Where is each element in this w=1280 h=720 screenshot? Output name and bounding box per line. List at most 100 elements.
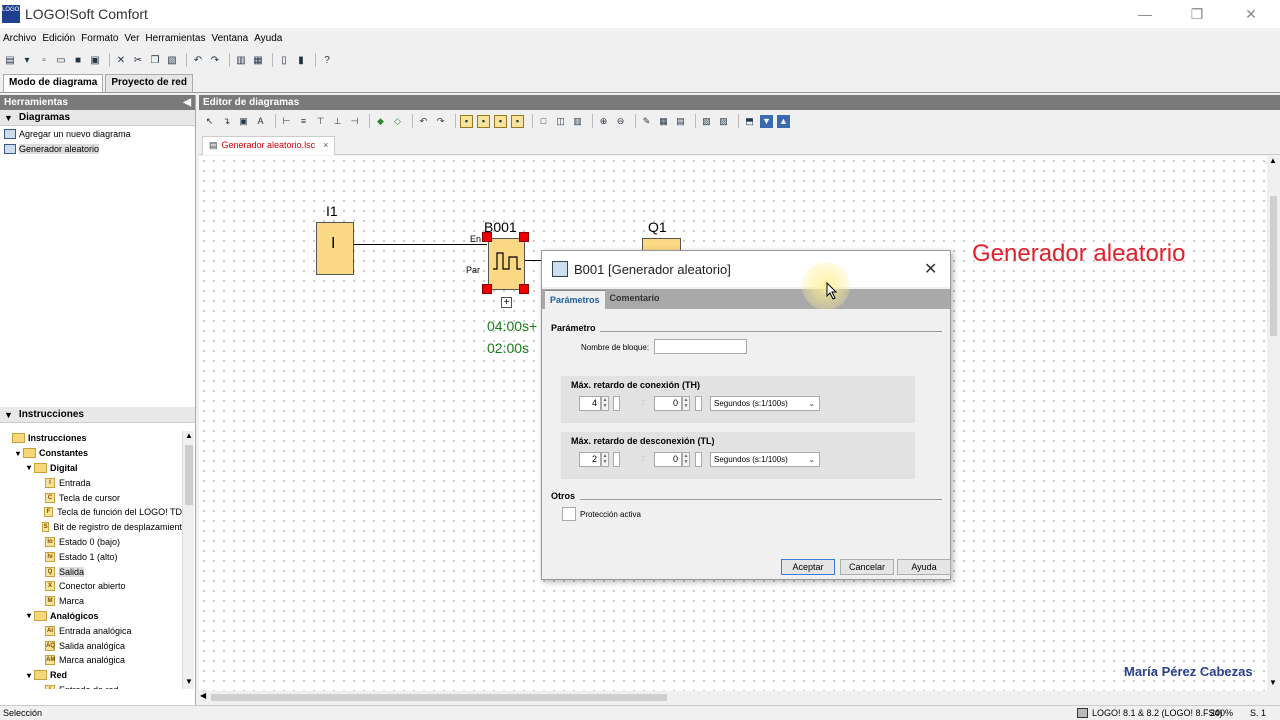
connect-tool-icon[interactable]: ↴ <box>220 115 233 128</box>
cut-icon[interactable]: ✂ <box>131 53 145 67</box>
on-delay-hundredths-spinner[interactable]: ▲ ▼ <box>682 396 690 411</box>
resize-handle[interactable] <box>519 284 529 294</box>
tab-diagram-mode[interactable]: Modo de diagrama <box>3 74 104 92</box>
transfer-logo-to-pc-icon[interactable]: ▦ <box>251 53 265 67</box>
close-icon[interactable]: ✕ <box>924 259 937 279</box>
tree-folder[interactable]: ▾ Analógicos <box>0 609 182 624</box>
zoom-out-icon[interactable]: ⊖ <box>614 115 627 128</box>
align-top-icon[interactable]: ⊤ <box>314 115 327 128</box>
chevron-down-icon[interactable]: ▾ <box>24 463 34 472</box>
delete-icon[interactable]: ✕ <box>114 53 128 67</box>
tab-network-project[interactable]: Proyecto de red <box>105 74 193 92</box>
open-icon[interactable]: ▭ <box>54 53 68 67</box>
save-icon[interactable]: ■ <box>71 53 85 67</box>
tree-folder[interactable]: ▾ Digital <box>0 461 182 476</box>
block-list-icon[interactable]: ▨ <box>717 115 730 128</box>
scroll-left-icon[interactable]: ◀ <box>200 691 206 700</box>
document-tab[interactable]: ▤ Generador aleatorio.lsc × <box>202 136 336 155</box>
chevron-down-icon[interactable]: ▾ <box>24 671 34 680</box>
align-middle-icon[interactable]: ⊥ <box>331 115 344 128</box>
send-back-icon[interactable]: ◇ <box>391 115 404 128</box>
tree-item[interactable]: C Tecla de cursor <box>0 490 182 505</box>
protection-checkbox[interactable] <box>562 507 576 521</box>
tree-item[interactable]: M Marca <box>0 594 182 609</box>
collapse-panel-icon[interactable]: ◀ <box>183 97 191 108</box>
highlight-icon[interactable]: ✎ <box>640 115 653 128</box>
menu-formato[interactable]: Formato <box>81 33 118 44</box>
off-delay-seconds-ref[interactable] <box>613 452 620 467</box>
instructions-scrollbar[interactable]: ▲ ▼ <box>182 431 194 689</box>
scrollbar-thumb[interactable] <box>211 694 667 701</box>
view-split-icon[interactable]: ◫ <box>554 115 567 128</box>
diagrams-section-header[interactable]: ▼ Diagramas <box>0 110 195 126</box>
block-name-input[interactable] <box>654 339 747 354</box>
undo-icon[interactable]: ↶ <box>417 115 430 128</box>
paste-icon[interactable]: ▧ <box>165 53 179 67</box>
align-left-icon[interactable]: ⊢ <box>280 115 293 128</box>
tree-item[interactable]: AQ Salida analógica <box>0 638 182 653</box>
tree-item[interactable]: F Tecla de función del LOGO! TD <box>0 505 182 520</box>
on-delay-seconds-spinner[interactable]: ▲ ▼ <box>601 396 609 411</box>
off-delay-hundredths-ref[interactable] <box>695 452 702 467</box>
tree-item[interactable]: hi Estado 1 (alto) <box>0 549 182 564</box>
connection-wire[interactable] <box>354 244 487 245</box>
chevron-down-icon[interactable]: ▾ <box>24 611 34 620</box>
align-bottom-icon[interactable]: ⊣ <box>348 115 361 128</box>
scroll-down-icon[interactable]: ▼ <box>1269 678 1277 687</box>
copy-icon[interactable]: ❐ <box>148 53 162 67</box>
scroll-up-icon[interactable]: ▲ <box>185 431 193 440</box>
scroll-down-icon[interactable]: ▼ <box>185 677 193 686</box>
off-delay-unit-select[interactable]: Segundos (s:1/100s) ⌄ <box>710 452 820 467</box>
fit-page-icon[interactable]: ▼ <box>760 114 773 128</box>
on-delay-unit-select[interactable]: Segundos (s:1/100s) ⌄ <box>710 396 820 411</box>
tree-item[interactable]: AM Marca analógica <box>0 653 182 668</box>
view-triple-icon[interactable]: ▥ <box>571 115 584 128</box>
menu-ventana[interactable]: Ventana <box>211 33 248 44</box>
diagram-item[interactable]: Generador aleatorio <box>0 141 195 156</box>
random-generator-block[interactable] <box>488 238 525 290</box>
scrollbar-thumb[interactable] <box>185 445 193 505</box>
bring-front-icon[interactable]: ◆ <box>374 115 387 128</box>
general-functions-icon[interactable]: ▪ <box>477 114 490 128</box>
undo-icon[interactable]: ↶ <box>191 53 205 67</box>
online-test-icon[interactable]: ▮ <box>294 53 308 67</box>
input-block[interactable]: I <box>316 222 354 275</box>
table-icon[interactable]: ▤ <box>674 115 687 128</box>
rename-icon[interactable]: ▧ <box>700 115 713 128</box>
resize-handle[interactable] <box>519 232 529 242</box>
menu-archivo[interactable]: Archivo <box>3 33 36 44</box>
resize-handle[interactable] <box>482 232 492 242</box>
expand-icon[interactable]: + <box>501 297 512 308</box>
tree-item[interactable]: I Entrada <box>0 475 182 490</box>
new-file-icon[interactable]: ▫ <box>37 53 51 67</box>
tree-folder[interactable]: ▾ Constantes <box>0 446 182 461</box>
dialog-title-bar[interactable]: B001 [Generador aleatorio] ✕ <box>542 251 950 287</box>
new-icon[interactable]: ▤ <box>3 53 17 67</box>
close-tab-icon[interactable]: × <box>323 140 328 155</box>
help-button[interactable]: Ayuda <box>897 559 951 575</box>
chevron-down-icon[interactable]: ▼ <box>4 410 13 420</box>
special-functions-icon[interactable]: ▪ <box>494 114 507 128</box>
tree-item[interactable]: I Entrada de red <box>0 683 182 689</box>
tree-item[interactable]: X Conector abierto <box>0 579 182 594</box>
add-diagram-item[interactable]: Agregar un nuevo diagrama <box>0 126 195 141</box>
transfer-pc-to-logo-icon[interactable]: ▥ <box>234 53 248 67</box>
scroll-up-icon[interactable]: ▲ <box>1269 156 1277 165</box>
help-pointer-icon[interactable]: ? <box>320 53 334 67</box>
on-delay-hundredths-ref[interactable] <box>695 396 702 411</box>
select-tool-icon[interactable]: ↖ <box>203 115 216 128</box>
menu-edicion[interactable]: Edición <box>42 33 75 44</box>
tree-item[interactable]: S Bit de registro de desplazamient <box>0 520 182 535</box>
tab-parameters[interactable]: Parámetros <box>545 290 605 309</box>
off-delay-seconds-input[interactable]: 2 <box>579 452 601 467</box>
on-delay-seconds-ref[interactable] <box>613 396 620 411</box>
print-icon[interactable]: ▣ <box>88 53 102 67</box>
off-delay-hundredths-spinner[interactable]: ▲ ▼ <box>682 452 690 467</box>
fit-window-icon[interactable]: ▲ <box>777 114 790 128</box>
resize-handle[interactable] <box>482 284 492 294</box>
connection-wire[interactable] <box>525 260 541 261</box>
grid-icon[interactable]: ▦ <box>657 115 670 128</box>
redo-icon[interactable]: ↷ <box>208 53 222 67</box>
view-single-icon[interactable]: □ <box>537 115 550 128</box>
udf-icon[interactable]: ▪ <box>511 114 524 128</box>
